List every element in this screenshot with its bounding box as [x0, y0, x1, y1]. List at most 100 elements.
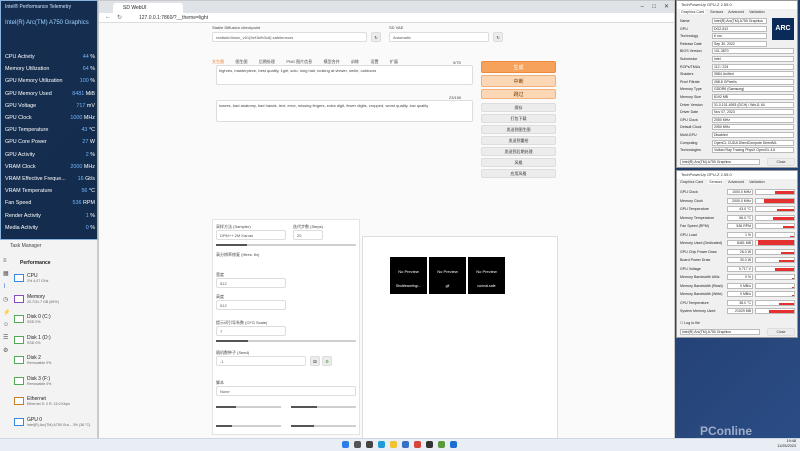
negative-prompt-input[interactable]: lowres, bad anatomy, bad hands, text, er… — [216, 100, 473, 122]
gpuz-field-value[interactable]: Sep 30, 2022 — [712, 40, 767, 47]
perf-item[interactable]: Memory 20.7/31.7 GB (65%) — [27, 294, 59, 305]
width-input[interactable]: 512 — [216, 278, 286, 288]
gpuz-field-value[interactable]: 2050 MHz — [712, 124, 794, 131]
perf-item[interactable]: GPU 0 Intel(R) Arc(TM) A750 Gra... 3% (38… — [27, 417, 90, 428]
gpuz-tab-validation[interactable]: Validation — [749, 10, 765, 14]
send-inpaint-button[interactable]: 发送到重绘 — [481, 136, 556, 145]
sensor-value[interactable]: 21029 MB — [727, 308, 753, 314]
gpuz-field-value[interactable]: DG2-512 — [712, 25, 767, 32]
gpuz-field-value[interactable]: 101.3870 — [712, 48, 794, 55]
gpuz-field-value[interactable]: GDDR6 (Samsung) — [712, 86, 794, 93]
explorer-icon[interactable] — [390, 441, 397, 448]
send-extras-button[interactable]: 发送到后期处理 — [481, 147, 556, 156]
perf-item[interactable]: Ethernet Ethernet S: 0 R: 16.0 Kbps — [27, 396, 70, 407]
vae-select[interactable]: Automatic — [389, 32, 489, 42]
gpuz-tab-sensors[interactable]: Sensors — [710, 10, 723, 14]
perf-graph-thumb[interactable] — [14, 294, 24, 303]
terminal-icon[interactable] — [426, 441, 433, 448]
gpuz-field-value[interactable]: 3584 Unified — [712, 71, 794, 78]
log-to-file-checkbox[interactable]: ☐ Log to file — [680, 321, 700, 326]
address-bar[interactable]: ← ↻ 127.0.0.1:7860/?__theme=light — [99, 13, 674, 23]
cfg-input[interactable]: 7 — [216, 326, 286, 336]
gpuz-field-value[interactable]: Intel — [712, 56, 794, 62]
gpuz-tab-card[interactable]: Graphics Card — [680, 10, 706, 14]
gpuz-field-value[interactable]: 112 / 224 — [712, 63, 794, 70]
processes-icon[interactable]: ▦ — [3, 270, 11, 277]
perf-item[interactable]: CPU 2% 4.07 GHz — [27, 273, 48, 284]
sensor-value[interactable]: 1 % — [727, 231, 753, 238]
generate-button[interactable]: 生成 — [481, 61, 556, 73]
gallery-image[interactable]: No Preview gif — [429, 257, 466, 294]
perf-graph-thumb[interactable] — [14, 417, 24, 426]
gpuz-field-value[interactable]: OpenCL CUDA DirectCompute DirectML — [712, 139, 794, 146]
refresh-vae-button[interactable]: ↻ — [493, 32, 503, 42]
perf-graph-thumb[interactable] — [14, 315, 24, 323]
prompt-input[interactable]: highres, masterpiece, best quality, 1gir… — [216, 65, 473, 85]
gpuz-field-value[interactable]: 2050 MHz — [712, 116, 794, 123]
send-img2img-button[interactable]: 发送到图生图 — [481, 125, 556, 134]
close-icon[interactable]: ✕ — [664, 3, 669, 11]
extra-slider-3[interactable] — [216, 425, 281, 427]
height-input[interactable]: 512 — [216, 300, 286, 310]
perf-graph-thumb[interactable] — [14, 274, 24, 282]
start-icon[interactable] — [342, 441, 349, 448]
skip-button[interactable]: 跳过 — [481, 89, 556, 99]
sensor-value[interactable]: 8481 MB — [727, 240, 753, 246]
perf-item[interactable]: Disk 1 (D:) SSD 0% — [27, 335, 51, 346]
sensor-value[interactable]: 2000.0 MHz — [727, 197, 753, 204]
sensor-value[interactable]: 1000.0 MHz — [727, 189, 753, 195]
script-select[interactable]: None — [216, 386, 356, 396]
history-icon[interactable]: ◷ — [3, 296, 11, 303]
gpuz-field-value[interactable]: Nov 07, 2023 — [712, 109, 794, 116]
gpuz-tab-advanced[interactable]: Advanced — [728, 10, 744, 14]
services-icon[interactable]: ⚙ — [3, 347, 11, 354]
seed-input[interactable]: -1 — [216, 356, 306, 366]
zip-button[interactable]: 打包下载 — [481, 114, 556, 123]
gallery-image[interactable]: No Preview Shuttleworthgr... — [390, 257, 427, 294]
menu-icon[interactable]: ≡ — [3, 258, 11, 264]
gallery-image[interactable]: No Preview normal.safe — [468, 257, 505, 294]
refresh-checkpoint-button[interactable]: ↻ — [371, 32, 381, 42]
interrupt-button[interactable]: 中断 — [481, 75, 556, 87]
gpuz-field-value[interactable]: 268.8 GPixel/s — [712, 78, 794, 85]
sensor-value[interactable]: 56.0 °C — [727, 214, 753, 221]
back-icon[interactable]: ← — [105, 14, 111, 20]
reuse-seed-button[interactable]: ♻ — [322, 356, 332, 366]
gpuz-field-value[interactable]: Disabled — [712, 132, 794, 138]
sensor-value[interactable]: 0 MB/s — [727, 282, 753, 289]
extra-slider-4[interactable] — [291, 425, 356, 427]
perf-item[interactable]: Disk 3 (F:) Removable 0% — [27, 376, 51, 387]
random-seed-button[interactable]: ⚄ — [310, 356, 320, 366]
save-button[interactable]: 保存 — [481, 103, 556, 112]
gpuz-close-button[interactable]: Close — [767, 158, 795, 166]
edge-icon[interactable] — [378, 441, 385, 448]
store-icon[interactable] — [402, 441, 409, 448]
checkpoint-select[interactable]: realisticVision_v51(5ef1bfb3c6).safetens… — [212, 32, 367, 42]
task-view-icon[interactable] — [366, 441, 373, 448]
search-icon[interactable] — [354, 441, 361, 448]
gpuz-sensors-close-button[interactable]: Close — [767, 328, 795, 336]
users-icon[interactable]: ☺ — [3, 322, 11, 328]
gpuz-field-value[interactable]: 6 nm — [712, 33, 767, 40]
reload-icon[interactable]: ↻ — [117, 14, 122, 21]
sensor-value[interactable]: 26.0 W — [727, 248, 753, 255]
gpuz-field-value[interactable]: 31.0.101.4953 (DCH) / Win11 64 — [712, 101, 794, 108]
steps-slider[interactable] — [216, 244, 356, 246]
details-icon[interactable]: ☰ — [3, 334, 11, 341]
gpuz-field-value[interactable]: 8192 MB — [712, 94, 794, 100]
sampler-select[interactable]: DPM++ 2M Karras — [216, 230, 286, 240]
gpuz-icon[interactable] — [438, 441, 445, 448]
steps-input[interactable]: 20 — [293, 230, 323, 240]
sensor-value[interactable]: 536 RPM — [727, 223, 753, 229]
styles-button[interactable]: 风格 — [481, 158, 556, 167]
perf-graph-thumb[interactable] — [14, 335, 24, 344]
extra-slider-1[interactable] — [216, 406, 281, 408]
gpuz-tab-advanced[interactable]: Advanced — [728, 180, 744, 184]
sensor-value[interactable]: 0 MB/s — [727, 291, 753, 297]
extra-slider-2[interactable] — [291, 406, 356, 408]
perf-graph-thumb[interactable] — [14, 356, 24, 364]
sensor-value[interactable]: 0.717 V — [727, 265, 753, 272]
apply-style-button[interactable]: 应用风格 — [481, 169, 556, 178]
gpuz-card-footer[interactable]: Intel(R) Arc(TM) A750 Graphics — [680, 159, 760, 165]
cfg-slider[interactable] — [216, 340, 356, 342]
